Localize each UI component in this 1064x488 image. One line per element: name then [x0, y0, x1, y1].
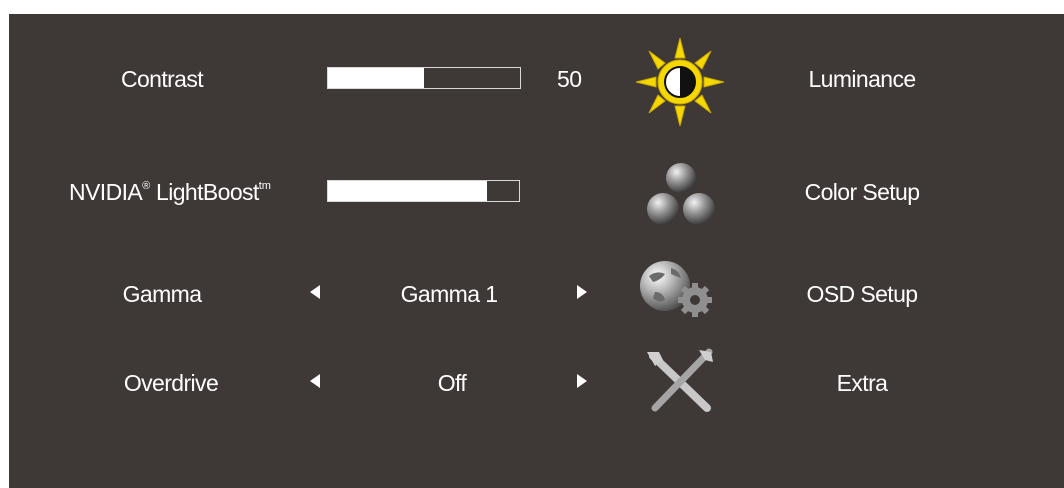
lightboost-slider-fill [328, 181, 487, 201]
overdrive-right-arrow-icon[interactable] [577, 374, 587, 388]
overdrive-value: Off [437, 370, 467, 396]
category-osd-setup[interactable]: OSD Setup [807, 283, 919, 306]
overdrive-label: Overdrive [123, 370, 219, 396]
gamma-right-arrow-icon[interactable] [577, 285, 587, 299]
color-spheres-icon[interactable] [642, 161, 720, 229]
category-color-setup[interactable]: Color Setup [805, 181, 920, 204]
gamma-label: Gamma [122, 281, 202, 307]
category-luminance[interactable]: Luminance [808, 68, 916, 91]
overdrive-left-arrow-icon[interactable] [310, 374, 320, 388]
contrast-slider[interactable] [327, 67, 521, 89]
lightboost-slider[interactable] [327, 180, 520, 202]
contrast-slider-fill [328, 68, 424, 88]
gamma-left-arrow-icon[interactable] [310, 285, 320, 299]
gamma-value: Gamma 1 [400, 281, 498, 307]
contrast-value: 50 [557, 66, 582, 92]
contrast-label: Contrast [120, 66, 204, 92]
tools-icon[interactable] [645, 348, 717, 416]
globe-gear-icon[interactable] [635, 256, 720, 320]
category-extra[interactable]: Extra [837, 372, 888, 395]
lightboost-label: NVIDIA® LightBoosttm [69, 179, 271, 205]
sun-contrast-icon[interactable] [632, 36, 728, 128]
